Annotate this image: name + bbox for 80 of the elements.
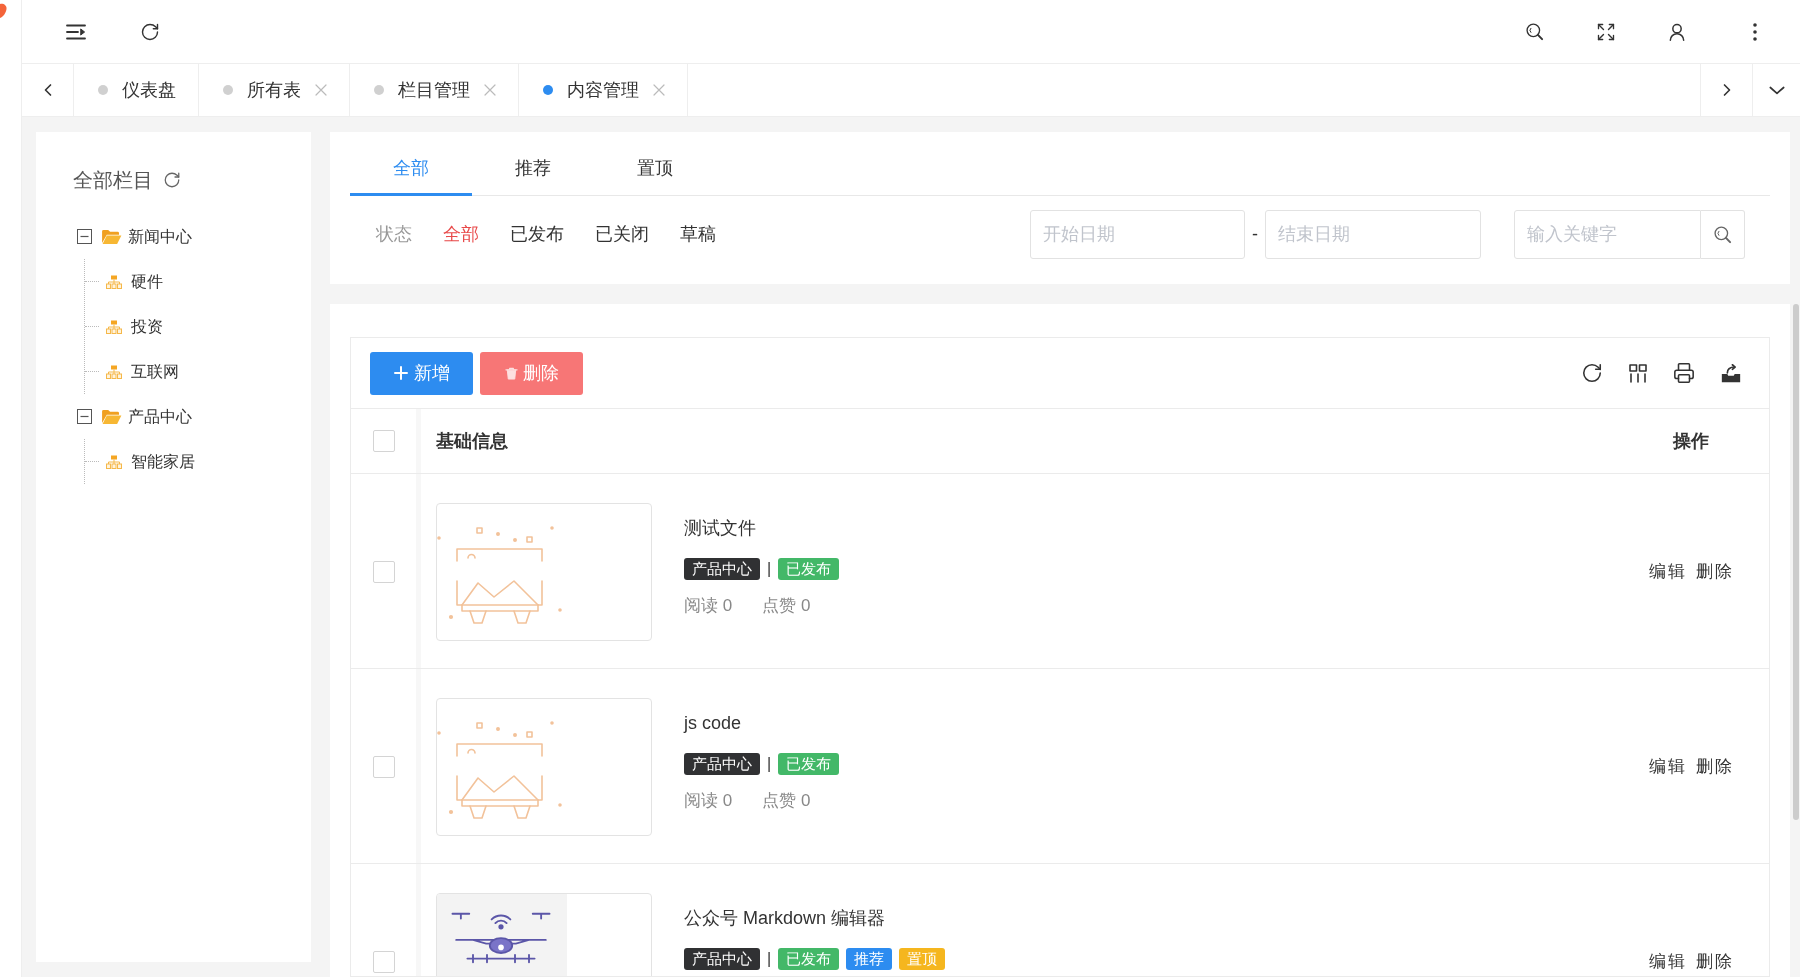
checkbox[interactable] (372, 756, 395, 778)
refresh-icon[interactable] (163, 171, 181, 189)
category-tag: 产品中心 (684, 753, 760, 775)
stat-text: 点赞 0 (762, 595, 811, 618)
refresh-icon[interactable] (1581, 362, 1603, 384)
range-separator: - (1252, 223, 1258, 246)
more-icon[interactable] (1752, 21, 1758, 42)
trash-icon (504, 366, 518, 380)
column-header: 基础信息 (436, 429, 508, 453)
refresh-icon[interactable] (140, 21, 160, 42)
stat-text: 阅读 0 (684, 790, 733, 813)
tab-label: 所有表 (247, 78, 301, 102)
plus-icon (393, 366, 408, 380)
picture-icon (437, 525, 563, 625)
tree-item[interactable]: 智能家居 (131, 449, 195, 474)
user-icon[interactable] (1667, 21, 1687, 42)
collapse-icon[interactable] (77, 229, 92, 244)
tab-label: 内容管理 (567, 78, 639, 102)
status-tag: 已发布 (778, 753, 840, 775)
menu-icon[interactable] (66, 23, 86, 40)
tag-separator: | (767, 949, 772, 969)
tag-separator: | (767, 559, 772, 579)
search-icon[interactable] (1525, 21, 1545, 42)
status-tag: 已发布 (778, 558, 840, 580)
panel-title: 全部栏目 (73, 168, 153, 193)
export-icon[interactable] (1720, 362, 1742, 384)
status-tag: 推荐 (846, 948, 893, 970)
status-option[interactable]: 已关闭 (595, 221, 649, 248)
stat-text: 阅读 0 (684, 595, 733, 618)
tag-separator: | (767, 754, 772, 774)
action-link[interactable]: 删除 (1695, 755, 1734, 779)
scrollbar-thumb[interactable] (1793, 304, 1799, 820)
keyword-input[interactable]: 输入关键字 (1514, 210, 1701, 259)
search-button[interactable] (1701, 210, 1745, 259)
category-tag: 产品中心 (684, 558, 760, 580)
stat-text: 点赞 0 (762, 790, 811, 813)
status-option[interactable]: 已发布 (510, 221, 564, 248)
columns-icon[interactable] (1628, 363, 1648, 383)
hierarchy-icon (106, 274, 122, 289)
content-tab[interactable]: 全部 (350, 144, 472, 196)
action-link[interactable]: 编辑 (1648, 950, 1687, 974)
tree-item[interactable]: 硬件 (131, 269, 163, 294)
status-tag: 置顶 (899, 948, 946, 970)
checkbox[interactable] (372, 561, 395, 583)
content-tab[interactable]: 置顶 (594, 144, 716, 196)
collapse-icon[interactable] (77, 409, 92, 424)
action-link[interactable]: 删除 (1695, 950, 1734, 974)
action-link[interactable]: 编辑 (1648, 560, 1687, 584)
picture-icon (437, 720, 563, 820)
date-input[interactable]: 开始日期 (1030, 210, 1245, 259)
tree-item[interactable]: 互联网 (131, 359, 179, 384)
content-tab[interactable]: 推荐 (472, 144, 594, 196)
tree-item[interactable]: 投资 (131, 314, 163, 339)
action-link[interactable]: 编辑 (1648, 755, 1687, 779)
article-title[interactable]: 公众号 Markdown 编辑器 (684, 906, 953, 930)
category-tag: 产品中心 (684, 948, 760, 970)
fullscreen-icon[interactable] (1596, 21, 1616, 42)
printer-icon[interactable] (1673, 362, 1695, 384)
tab-label: 仪表盘 (122, 78, 176, 102)
column-header: 操作 (1673, 429, 1709, 453)
checkbox[interactable] (372, 430, 395, 452)
date-input[interactable]: 结束日期 (1265, 210, 1481, 259)
hierarchy-icon (106, 319, 122, 334)
article-title[interactable]: 测试文件 (684, 516, 847, 540)
checkbox[interactable] (372, 951, 395, 973)
hierarchy-icon (106, 364, 122, 379)
status-tag: 已发布 (778, 948, 840, 970)
filter-label: 状态 (376, 223, 412, 246)
tree-item[interactable]: 新闻中心 (128, 224, 192, 249)
search-icon[interactable] (1712, 224, 1733, 245)
action-link[interactable]: 删除 (1695, 560, 1734, 584)
logo-icon[interactable] (0, 2, 7, 18)
status-option[interactable]: 全部 (443, 221, 479, 248)
tab-label: 栏目管理 (398, 78, 470, 102)
status-option[interactable]: 草稿 (680, 221, 716, 248)
article-title[interactable]: js code (684, 711, 847, 735)
hierarchy-icon (106, 454, 122, 469)
tree-item[interactable]: 产品中心 (128, 404, 192, 429)
folder-icon (101, 228, 122, 245)
folder-icon (101, 408, 122, 425)
